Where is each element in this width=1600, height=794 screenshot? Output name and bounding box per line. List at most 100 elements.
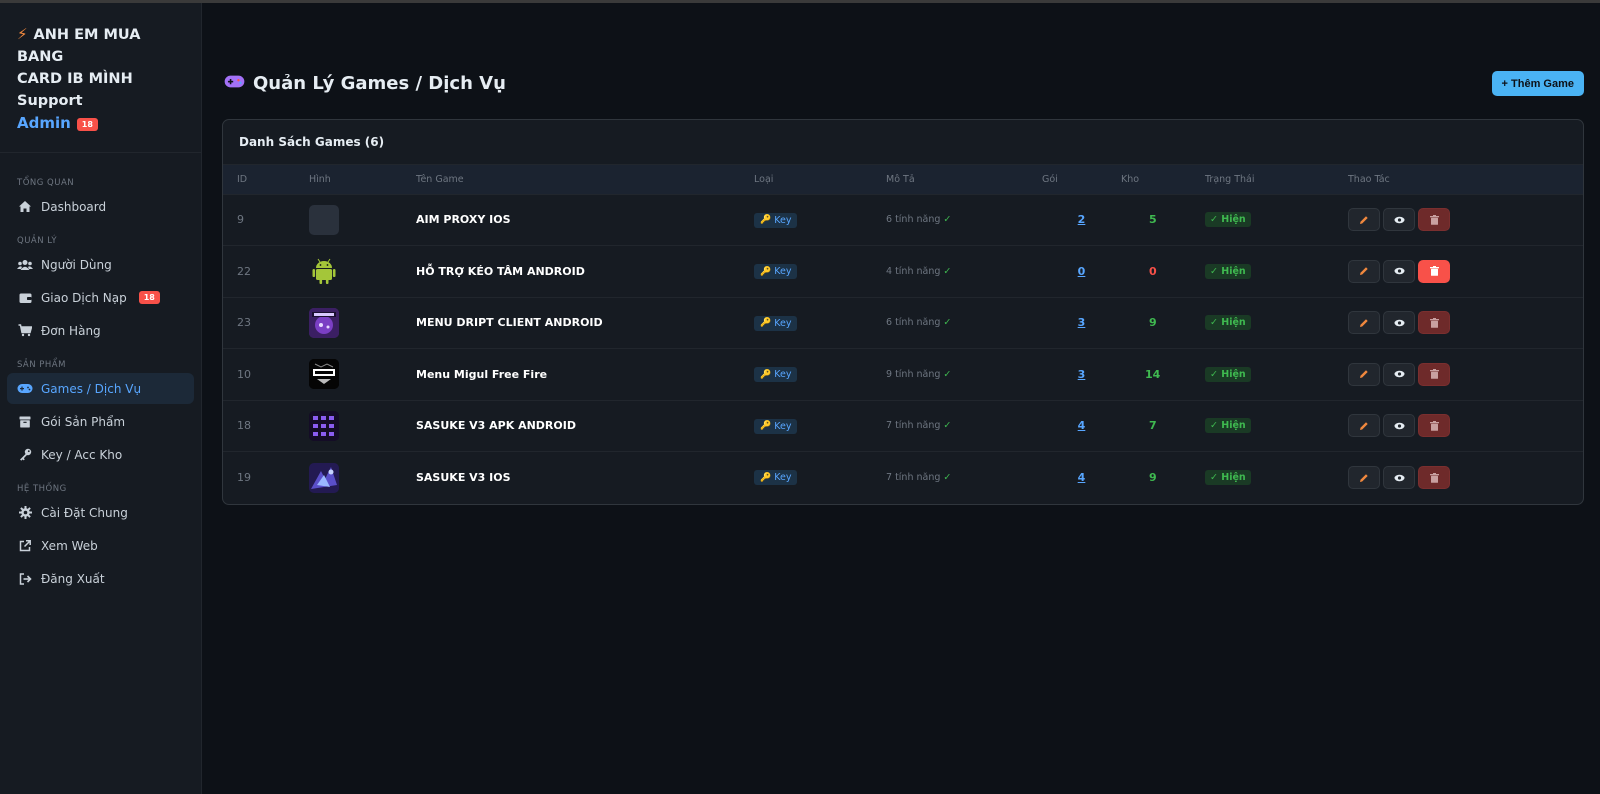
brand-line1: ANH EM MUA BANG (17, 27, 141, 65)
edit-button[interactable] (1348, 414, 1380, 438)
view-button[interactable] (1383, 362, 1415, 386)
key-icon: 🔑 (760, 266, 772, 277)
external-link-icon (17, 539, 33, 552)
brand-badge: 18 (76, 117, 98, 131)
key-icon: 🔑 (760, 215, 772, 225)
table-row: 22 HỖ TRỢ KÉO TÂM ANDROID 🔑 Key 4 tính nă… (223, 246, 1583, 297)
brand-line2: CARD IB MÌNH Support (17, 71, 133, 109)
status-badge: ✓ Hiện (1205, 263, 1251, 279)
col-header-name: Tên Game (416, 165, 754, 195)
col-header-actions: Thao Tác (1348, 165, 1583, 195)
trash-icon (1429, 266, 1439, 277)
gamepad-icon (17, 383, 33, 394)
sidebar-item-orders[interactable]: Đơn Hàng (7, 315, 194, 346)
check-icon: ✓ (943, 420, 952, 432)
nav-section-he-thong: HỆ THỐNG (17, 484, 67, 494)
cell-desc: 7 tính năng ✓ (886, 400, 1042, 452)
page-title-text: Quản Lý Games / Dịch Vụ (253, 73, 506, 94)
type-badge: 🔑 Key (754, 367, 798, 382)
sidebar-item-logout[interactable]: Đăng Xuất (7, 563, 194, 594)
sidebar-nav: TỔNG QUAN Dashboard QUẢN LÝ Người Dùng G… (0, 153, 201, 594)
table-row: 10 Menu Migul Free Fire 🔑 Key 9 tính năng… (223, 349, 1583, 400)
sidebar-item-transactions[interactable]: Giao Dịch Nạp 18 (7, 282, 194, 313)
table-row: 23 MENU DRIPT CLIENT ANDROID 🔑 Key 6 tính… (223, 297, 1583, 349)
view-button[interactable] (1383, 414, 1415, 438)
edit-button[interactable] (1348, 311, 1380, 335)
cell-stock: 9 (1149, 471, 1157, 484)
sidebar-item-view-web[interactable]: Xem Web (7, 530, 194, 561)
col-header-packages: Gói (1042, 165, 1121, 195)
delete-button[interactable] (1418, 466, 1450, 489)
cell-stock: 7 (1149, 419, 1157, 433)
desc-text: 7 tính năng (886, 472, 941, 483)
status-badge: ✓ Hiện (1205, 470, 1251, 485)
edit-button[interactable] (1348, 362, 1380, 386)
games-table: ID Hình Tên Game Loại Mô Tả Gói Kho Trạn… (223, 165, 1583, 503)
pencil-icon (1360, 216, 1368, 224)
eye-icon (1394, 319, 1404, 326)
sidebar-item-label: Games / Dịch Vụ (41, 381, 142, 396)
packages-link[interactable]: 2 (1078, 213, 1086, 226)
cell-game-name: AIM PROXY IOS (416, 213, 511, 227)
bolt-icon: ⚡ (17, 25, 28, 43)
cell-desc: 6 tính năng ✓ (886, 194, 1042, 246)
pencil-icon (1360, 319, 1368, 327)
add-game-button[interactable]: + Thêm Game (1491, 71, 1584, 96)
sidebar-item-label: Giao Dịch Nạp (41, 290, 127, 305)
col-header-desc: Mô Tả (886, 165, 1042, 195)
packages-link[interactable]: 3 (1078, 368, 1086, 381)
col-header-image: Hình (309, 165, 416, 195)
edit-button[interactable] (1348, 208, 1380, 232)
edit-button[interactable] (1348, 259, 1380, 283)
main-content: Quản Lý Games / Dịch Vụ + Thêm Game Danh… (202, 3, 1600, 794)
delete-button[interactable] (1418, 311, 1450, 335)
eye-icon (1394, 216, 1404, 223)
check-icon: ✓ (943, 265, 952, 277)
delete-button[interactable] (1418, 259, 1450, 283)
nav-section-san-pham: SẢN PHẨM (17, 360, 66, 370)
cell-game-name: SASUKE V3 IOS (416, 471, 511, 484)
delete-button[interactable] (1418, 208, 1450, 232)
pencil-icon (1360, 267, 1368, 276)
check-icon: ✓ (943, 472, 952, 483)
sidebar-item-label: Đơn Hàng (41, 323, 101, 338)
sidebar-item-settings[interactable]: Cài Đặt Chung (7, 497, 194, 528)
android-logo-image (309, 256, 339, 286)
gear-icon (17, 506, 33, 519)
sidebar-item-keys[interactable]: Key / Acc Kho (7, 439, 194, 470)
col-header-id: ID (223, 165, 309, 195)
page-title: Quản Lý Games / Dịch Vụ (224, 73, 506, 94)
cell-id: 10 (237, 367, 251, 381)
cell-stock: 14 (1145, 367, 1161, 381)
game-thumbnail-image (309, 462, 339, 493)
sidebar-item-label: Đăng Xuất (41, 571, 105, 586)
packages-link[interactable]: 4 (1078, 471, 1086, 484)
packages-link[interactable]: 0 (1078, 265, 1086, 278)
view-button[interactable] (1383, 259, 1415, 283)
sidebar-item-products[interactable]: Gói Sản Phẩm (7, 406, 194, 437)
delete-button[interactable] (1418, 362, 1450, 386)
packages-link[interactable]: 4 (1078, 419, 1086, 432)
nav-section-tong-quan: TỔNG QUAN (17, 178, 75, 188)
sidebar-item-games[interactable]: Games / Dịch Vụ (7, 373, 194, 404)
key-icon: 🔑 (760, 421, 772, 431)
trash-icon (1429, 369, 1439, 380)
packages-link[interactable]: 3 (1078, 316, 1086, 329)
wallet-icon (17, 292, 33, 304)
delete-button[interactable] (1418, 414, 1450, 438)
view-button[interactable] (1383, 311, 1415, 335)
sidebar-item-users[interactable]: Người Dùng (7, 249, 194, 280)
edit-button[interactable] (1348, 466, 1380, 489)
col-header-stock: Kho (1121, 165, 1205, 195)
desc-text: 9 tính năng (886, 368, 941, 380)
view-button[interactable] (1383, 466, 1415, 489)
type-badge: 🔑 Key (754, 315, 798, 331)
brand: ⚡ ANH EM MUA BANG CARD IB MÌNH Support Ad… (0, 3, 201, 153)
key-icon: 🔑 (760, 318, 772, 328)
type-label: Key (774, 472, 792, 484)
brand-admin: Admin (17, 114, 71, 132)
gamepad-icon (224, 73, 245, 94)
view-button[interactable] (1383, 208, 1415, 232)
sidebar-item-dashboard[interactable]: Dashboard (7, 191, 194, 222)
cell-desc: 7 tính năng ✓ (886, 452, 1042, 504)
